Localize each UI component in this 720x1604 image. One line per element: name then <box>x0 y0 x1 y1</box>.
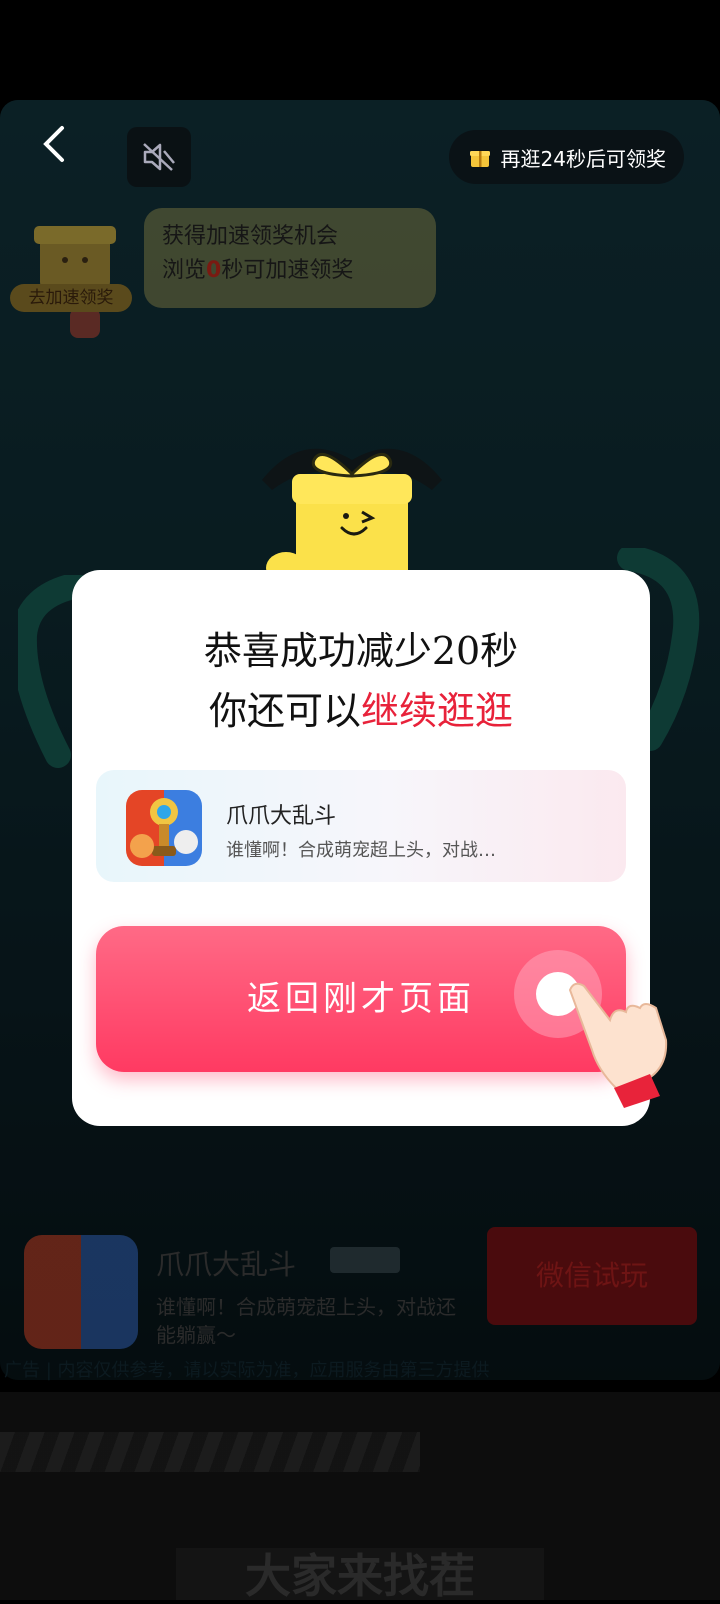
modal-title-highlight: 继续逛逛 <box>361 689 514 733</box>
app-name: 爪爪大乱斗 <box>226 804 337 829</box>
app-icon <box>126 790 202 866</box>
reward-timer-pill: 再逛24秒后可领奖 <box>448 130 684 184</box>
gift-mascot <box>262 448 442 590</box>
boost-tip-line1: 获得加速领奖机会 <box>162 224 339 249</box>
ad-app-icon <box>24 1235 138 1349</box>
bottom-ad[interactable]: 爪爪大乱斗 谁懂啊！合成萌宠超上头，对战还能躺赢～ 微信试玩 <box>20 1227 700 1355</box>
app-description: 谁懂啊！合成萌宠超上头，对战… <box>226 840 496 861</box>
ad-description: 谁懂啊！合成萌宠超上头，对战还能躺赢～ <box>156 1295 456 1347</box>
boost-tip-value: 0 <box>206 258 222 283</box>
ad-app-name: 爪爪大乱斗 <box>156 1248 297 1281</box>
modal-title-prefix: 你还可以 <box>208 689 361 733</box>
boost-badge[interactable] <box>10 212 140 352</box>
ad-tag <box>330 1247 400 1273</box>
ad-disclaimer: 广告 | 内容仅供参考，请以实际为准，应用服务由第三方提供 <box>4 1360 490 1381</box>
video-stripes <box>0 1432 420 1472</box>
boost-badge-label: 去加速领奖 <box>10 284 132 312</box>
speaker-muted-icon <box>143 143 175 171</box>
back-button[interactable] <box>34 122 78 166</box>
modal-title-line1: 恭喜成功减少20秒 <box>203 629 519 673</box>
gift-icon <box>469 151 490 167</box>
boost-tip-suffix: 秒可加速领奖 <box>221 258 354 283</box>
mute-button[interactable] <box>127 127 191 187</box>
chevron-left-icon <box>43 126 64 162</box>
boost-tip-prefix: 浏览 <box>162 258 207 283</box>
boost-tip-line2: 浏览0秒可加速领奖 <box>162 254 418 288</box>
video-caption: 大家来找茬 <box>176 1548 544 1603</box>
reward-timer-text: 再逛24秒后可领奖 <box>500 146 666 171</box>
boost-tip-bubble: 获得加速领奖机会 浏览0秒可加速领奖 <box>144 208 436 308</box>
modal-title-line2: 你还可以继续逛逛 <box>72 680 650 735</box>
tap-hand-icon <box>514 950 668 1108</box>
gift-mascot-icon <box>34 226 116 338</box>
game-trophy-icon <box>130 798 198 858</box>
app-card[interactable]: 爪爪大乱斗 谁懂啊！合成萌宠超上头，对战… <box>96 770 626 882</box>
ad-cta-button[interactable]: 微信试玩 <box>487 1227 697 1325</box>
